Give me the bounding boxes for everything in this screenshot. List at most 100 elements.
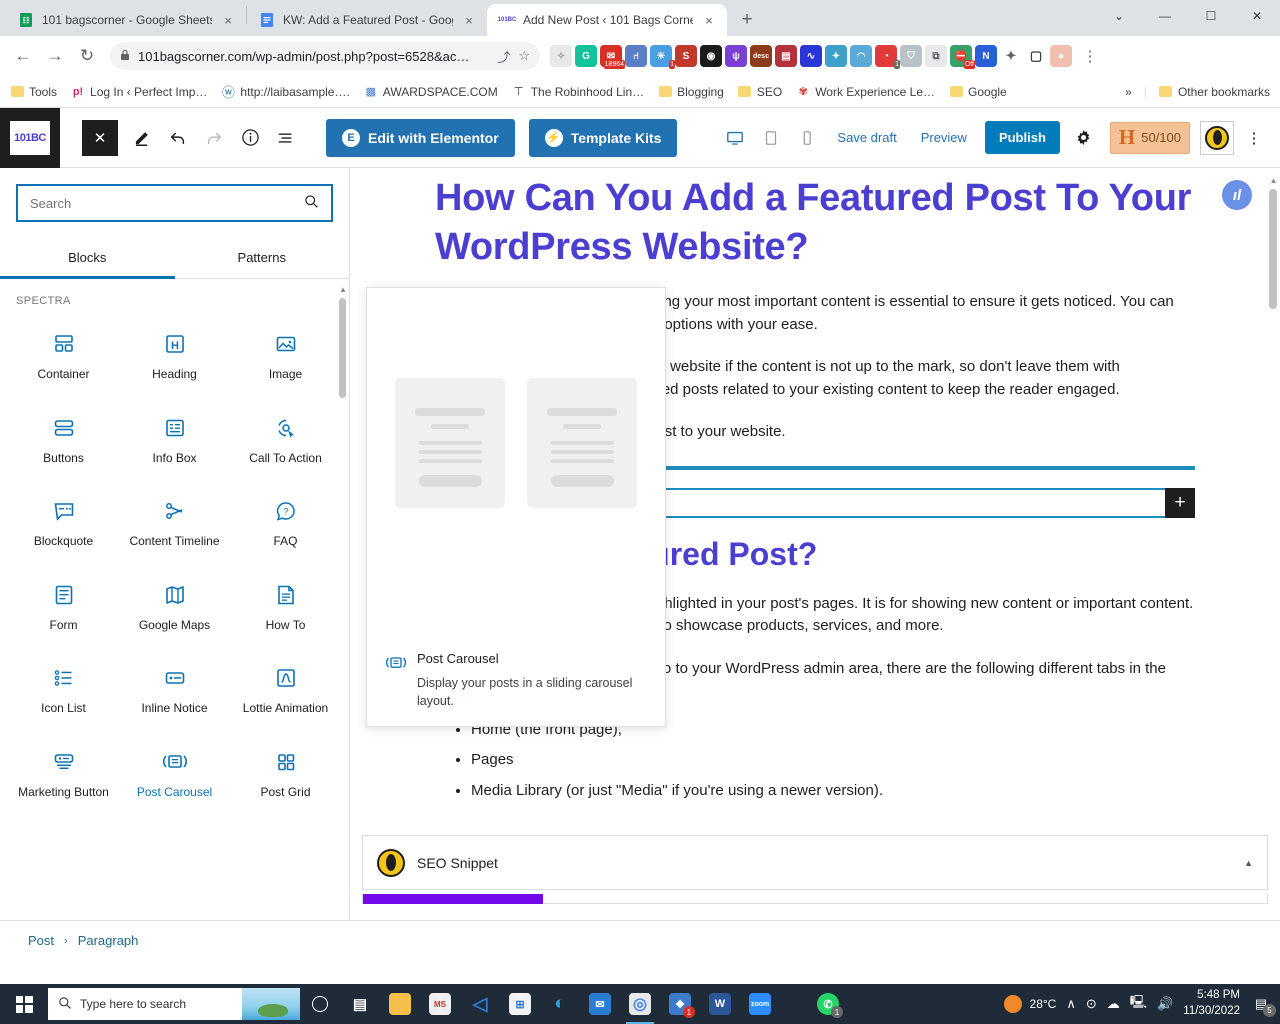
list-item[interactable]: Media Library (or just "Media" if you're… xyxy=(471,780,1195,803)
address-bar[interactable]: 101bagscorner.com/wp-admin/post.php?post… xyxy=(110,42,540,70)
grammarly-dark-icon[interactable]: ✧ xyxy=(550,45,572,67)
browser-tab-1[interactable]: 101 bagscorner - Google Sheets × xyxy=(6,4,246,36)
copy-tool-icon[interactable]: ⧉ xyxy=(925,45,947,67)
browser-tab-3[interactable]: 101BC Add New Post ‹ 101 Bags Corner × xyxy=(487,4,727,36)
list-item[interactable]: Pages xyxy=(471,749,1195,772)
bookmark-perfect-imp[interactable]: p! Log In ‹ Perfect Imp… xyxy=(71,85,208,99)
share-icon[interactable]: ⤴ xyxy=(497,47,510,66)
zoom-icon[interactable]: zoom xyxy=(740,984,780,1024)
breadcrumb-paragraph[interactable]: Paragraph xyxy=(78,933,139,948)
scroll-up-icon[interactable]: ▲ xyxy=(1269,176,1278,185)
notion-clipper-icon[interactable]: N xyxy=(975,45,997,67)
tab-patterns[interactable]: Patterns xyxy=(175,238,350,278)
chevron-down-icon[interactable]: ⌄ xyxy=(1096,0,1142,32)
search-input[interactable] xyxy=(30,195,304,211)
other-bookmarks-button[interactable]: Other bookmarks xyxy=(1159,85,1270,99)
forward-icon[interactable]: → xyxy=(40,41,70,71)
editor-options-kebab-icon[interactable]: ⋮ xyxy=(1238,122,1270,154)
collapse-caret-icon[interactable]: ▲ xyxy=(1244,858,1253,868)
block-item-marketing-button[interactable]: Marketing Button xyxy=(8,735,119,819)
browser-tab-2[interactable]: KW: Add a Featured Post - Googl × xyxy=(247,4,487,36)
shield-privacy-icon[interactable]: ⛉ xyxy=(900,45,922,67)
block-item-how-to[interactable]: How To xyxy=(230,568,341,652)
wave-icon[interactable]: ∿ xyxy=(800,45,822,67)
grammarly-icon[interactable]: G xyxy=(575,45,597,67)
close-icon[interactable]: × xyxy=(461,12,477,28)
breadcrumb-post[interactable]: Post xyxy=(28,933,54,948)
monsterinsights-icon[interactable]: ıl xyxy=(1222,180,1252,210)
close-icon[interactable]: × xyxy=(220,12,236,28)
scroll-up-icon[interactable]: ▲ xyxy=(339,285,347,294)
block-item-content-timeline[interactable]: Content Timeline xyxy=(119,484,230,568)
scrollbar-thumb[interactable] xyxy=(339,298,346,398)
adblock-off-icon[interactable]: ⛔ Off xyxy=(950,45,975,69)
reload-icon[interactable]: ↻ xyxy=(72,41,102,71)
bookmark-laibasample[interactable]: ⓦ http://laibasample…. xyxy=(221,85,350,101)
block-item-faq[interactable]: ? FAQ xyxy=(230,484,341,568)
close-window-button[interactable]: ✕ xyxy=(1234,0,1280,32)
team-chat-icon[interactable]: ❖ 1 xyxy=(660,984,700,1024)
bookmarks-overflow-icon[interactable]: » xyxy=(1125,85,1132,99)
inserter-scrollbar[interactable]: ▲ xyxy=(339,285,347,960)
save-draft-button[interactable]: Save draft xyxy=(827,130,906,145)
profile-avatar-icon[interactable]: ● xyxy=(1050,45,1072,67)
ubersuggest-icon[interactable]: ◉ xyxy=(700,45,722,67)
browser-menu-icon[interactable]: ⋮ xyxy=(1078,44,1102,68)
chrome-browser-icon[interactable]: ◎ xyxy=(620,984,660,1024)
volume-tray-icon[interactable]: 🔊 xyxy=(1157,996,1173,1012)
block-item-heading[interactable]: H Heading xyxy=(119,317,230,401)
block-item-post-carousel[interactable]: Post Carousel xyxy=(119,735,230,819)
network-tray-icon[interactable]: 🖳 xyxy=(1130,993,1147,1015)
whatsapp-icon[interactable]: ✆ 1 xyxy=(808,984,848,1024)
weather-widget[interactable]: 28°C xyxy=(1003,995,1056,1013)
vs-code-icon[interactable]: ◁ xyxy=(460,984,500,1024)
post-list[interactable]: Home (the front page), Pages Media Libra… xyxy=(471,719,1195,803)
word-icon[interactable]: W xyxy=(700,984,740,1024)
block-item-form[interactable]: Form xyxy=(8,568,119,652)
notification-center-icon[interactable]: ▤ 5 xyxy=(1250,992,1276,1017)
file-explorer-icon[interactable] xyxy=(380,984,420,1024)
sidepanel-icon[interactable]: ▢ xyxy=(1025,45,1047,67)
seoquake-icon[interactable]: S xyxy=(675,45,697,67)
seo-snippet-header[interactable]: SEO Snippet ▲ xyxy=(362,835,1268,890)
bookmark-tools[interactable]: Tools xyxy=(10,85,57,99)
cortana-icon[interactable] xyxy=(300,984,340,1024)
gear-icon[interactable] xyxy=(1068,122,1100,154)
grammar-check-icon[interactable]: ✦ xyxy=(825,45,847,67)
block-item-google-maps[interactable]: Google Maps xyxy=(119,568,230,652)
block-item-image[interactable]: Image xyxy=(230,317,341,401)
taskbar-clock[interactable]: 5:48 PM 11/30/2022 xyxy=(1183,988,1240,1019)
bookmark-robinhood[interactable]: ⊤ The Robinhood Lin… xyxy=(512,85,644,99)
gmail-checker-icon[interactable]: ✉ 18964 xyxy=(600,45,625,69)
block-item-blockquote[interactable]: Blockquote xyxy=(8,484,119,568)
undo-arrow-icon[interactable] xyxy=(160,120,196,156)
bookmark-awardspace[interactable]: ▩ AWARDSPACE.COM xyxy=(364,85,498,99)
edge-browser-icon[interactable]: ◐ xyxy=(540,984,580,1024)
block-item-buttons[interactable]: Buttons xyxy=(8,401,119,485)
close-inserter-button[interactable]: ✕ xyxy=(82,119,118,156)
tablet-icon[interactable] xyxy=(755,122,787,154)
taskbar-search-box[interactable]: Type here to search xyxy=(48,988,300,1020)
puzzle-extensions-icon[interactable]: ✦ xyxy=(1000,45,1022,67)
close-icon[interactable]: × xyxy=(701,12,717,28)
onedrive-tray-icon[interactable]: ☁ xyxy=(1107,996,1120,1012)
keywords-everywhere-icon[interactable]: ✳ 1 xyxy=(650,45,675,69)
task-view-icon[interactable]: ▤ xyxy=(340,984,380,1024)
pencil-icon[interactable] xyxy=(124,120,160,156)
similarweb-icon[interactable]: ▤ xyxy=(775,45,797,67)
back-icon[interactable]: ← xyxy=(8,41,38,71)
block-item-post-grid[interactable]: Post Grid xyxy=(230,735,341,819)
windows-start-icon[interactable] xyxy=(0,984,48,1024)
info-circle-icon[interactable] xyxy=(232,120,268,156)
wordtune-icon[interactable]: ψ xyxy=(725,45,747,67)
analytics-icon[interactable]: ⑁ xyxy=(625,45,647,67)
block-item-lottie-animation[interactable]: Lottie Animation xyxy=(230,651,341,735)
new-tab-button[interactable]: + xyxy=(733,6,761,34)
edit-with-elementor-button[interactable]: E Edit with Elementor xyxy=(326,118,515,157)
search-input-wrapper[interactable] xyxy=(16,184,333,222)
desktop-icon[interactable] xyxy=(719,122,751,154)
canvas-scrollbar[interactable]: ▲ xyxy=(1269,176,1278,309)
camera-tray-icon[interactable]: ⊙ xyxy=(1086,996,1097,1012)
bookmark-star-icon[interactable]: ☆ xyxy=(518,48,530,64)
preview-button[interactable]: Preview xyxy=(911,130,977,145)
